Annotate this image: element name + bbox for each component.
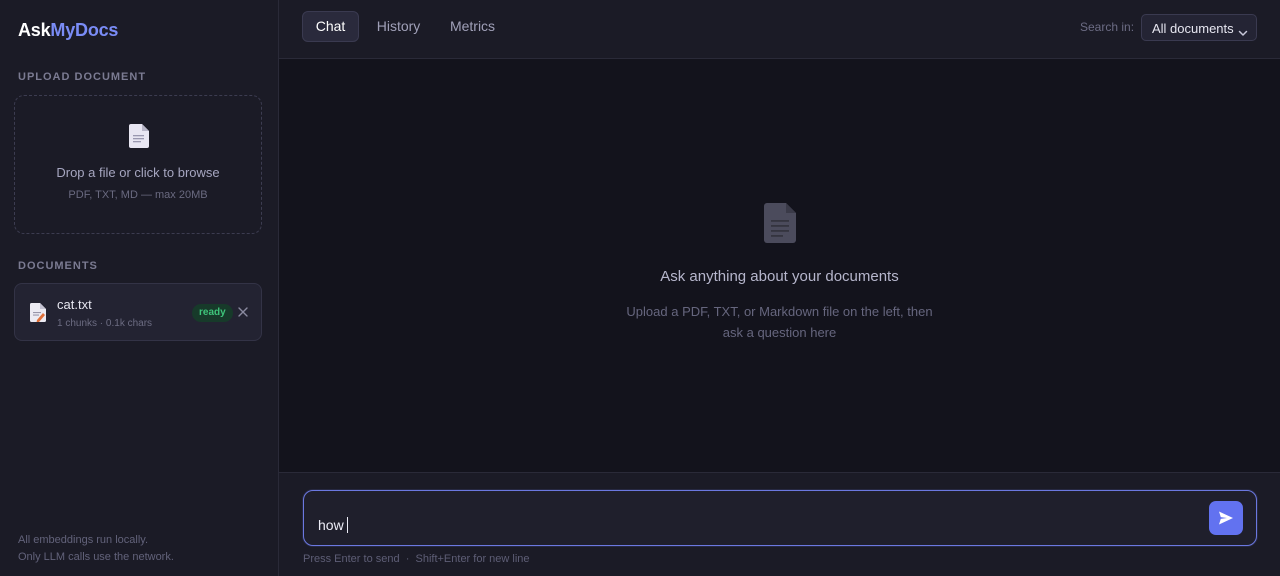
composer-hint: Press Enter to send · Shift+Enter for ne… xyxy=(303,553,530,565)
privacy-footnote: All embeddings run locally. Only LLM cal… xyxy=(18,532,174,566)
search-scope-select[interactable]: All documents xyxy=(1141,14,1257,41)
question-input[interactable]: how xyxy=(303,490,1257,546)
app-root: AskMyDocs UPLOAD DOCUMENT Drop a file or… xyxy=(0,0,1280,576)
top-bar: Chat History Metrics Search in: All docu… xyxy=(279,0,1280,59)
text-file-icon xyxy=(30,303,46,327)
dropzone-title: Drop a file or click to browse xyxy=(56,165,220,180)
composer-area: how Press Enter to send · Shift+Enter fo… xyxy=(279,472,1280,576)
close-icon xyxy=(238,307,248,317)
text-caret xyxy=(346,517,348,533)
footnote-line-1: All embeddings run locally. xyxy=(18,534,149,546)
main-panel: Chat History Metrics Search in: All docu… xyxy=(279,0,1280,576)
upload-dropzone[interactable]: Drop a file or click to browse PDF, TXT,… xyxy=(14,95,262,234)
empty-state-document-icon xyxy=(764,203,796,248)
logo-text-ask: Ask xyxy=(18,20,51,40)
send-button[interactable] xyxy=(1209,501,1243,535)
documents-section-label: DOCUMENTS xyxy=(18,260,98,272)
document-icon xyxy=(129,124,149,153)
tab-history[interactable]: History xyxy=(371,11,426,42)
empty-state-subtitle-line-2: ask a question here xyxy=(722,325,837,340)
dropzone-subtitle: PDF, TXT, MD — max 20MB xyxy=(68,189,208,201)
question-input-value: how xyxy=(318,517,348,533)
logo-text-mydocs: MyDocs xyxy=(50,20,119,40)
search-scope-value: All documents xyxy=(1152,21,1234,36)
document-list-item[interactable]: cat.txt 1 chunks · 0.1k chars ready xyxy=(14,283,262,341)
send-icon xyxy=(1219,511,1233,525)
question-input-text: how xyxy=(318,517,344,533)
empty-state-subtitle-line-1: Upload a PDF, TXT, or Markdown file on t… xyxy=(626,304,933,319)
upload-section-label: UPLOAD DOCUMENT xyxy=(18,71,147,83)
app-logo: AskMyDocs xyxy=(18,20,118,41)
empty-state-title: Ask anything about your documents xyxy=(660,268,899,285)
tab-chat[interactable]: Chat xyxy=(302,11,359,42)
search-scope-label: Search in: xyxy=(1080,20,1135,34)
sidebar: AskMyDocs UPLOAD DOCUMENT Drop a file or… xyxy=(0,0,279,576)
footnote-line-2: Only LLM calls use the network. xyxy=(18,551,174,563)
remove-document-button[interactable] xyxy=(235,301,251,323)
status-badge: ready xyxy=(192,304,233,322)
document-name: cat.txt xyxy=(57,297,92,312)
chevron-down-icon xyxy=(1238,24,1248,42)
empty-state-subtitle: Upload a PDF, TXT, or Markdown file on t… xyxy=(599,301,960,343)
tab-metrics[interactable]: Metrics xyxy=(444,11,501,42)
document-meta: 1 chunks · 0.1k chars xyxy=(57,318,153,329)
